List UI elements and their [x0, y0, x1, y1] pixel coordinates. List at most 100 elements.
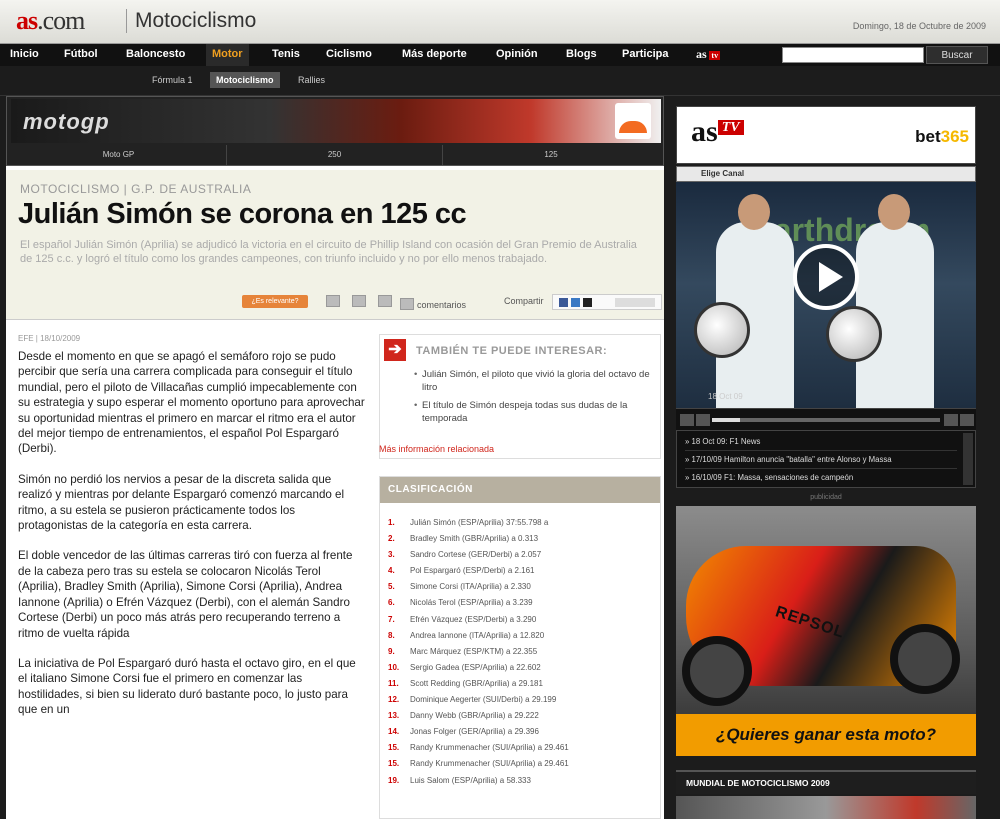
nav-item-astv[interactable]: as tv — [696, 44, 721, 66]
classification-rider[interactable]: Sergio Gadea (ESP/Aprilia) a 22.602 — [410, 663, 541, 672]
mundial-header[interactable]: MUNDIAL DE MOTOCICLISMO 2009 — [676, 770, 976, 794]
tab-motogp[interactable]: Moto GP — [11, 145, 227, 165]
playlist-item[interactable]: » 16/10/09 F1: Massa, sensaciones de cam… — [685, 469, 957, 487]
motogp-banner-image[interactable]: motogp — [11, 99, 661, 143]
subnav-item-motociclismo[interactable]: Motociclismo — [210, 72, 280, 88]
classification-rider[interactable]: Danny Webb (GBR/Aprilia) a 29.222 — [410, 711, 539, 720]
nav-item-inicio[interactable]: Inicio — [10, 44, 39, 66]
classification-rider[interactable]: Marc Márquez (ESP/KTM) a 22.355 — [410, 647, 537, 656]
classification-rider[interactable]: Efrén Vázquez (ESP/Derbi) a 3.290 — [410, 615, 536, 624]
nav-item-opinion[interactable]: Opinión — [496, 44, 538, 66]
relevance-button[interactable]: ¿Es relevante? — [242, 295, 308, 308]
fullscreen-icon[interactable] — [960, 414, 974, 426]
section-title[interactable]: Motociclismo — [126, 9, 256, 33]
classification-rider[interactable]: Simone Corsi (ITA/Aprilia) a 2.330 — [410, 582, 531, 591]
search-input[interactable] — [782, 47, 924, 63]
related-link[interactable]: Julián Simón, el piloto que vivió la glo… — [414, 369, 654, 394]
classification-position: 14. — [388, 727, 400, 737]
nav-item-participa[interactable]: Participa — [622, 44, 668, 66]
subnav-item-formula1[interactable]: Fórmula 1 — [152, 75, 193, 85]
share-more-icon[interactable] — [615, 298, 655, 307]
classification-rider[interactable]: Dominique Aegerter (SUI/Derbi) a 29.199 — [410, 695, 556, 704]
volume-icon[interactable] — [944, 414, 958, 426]
video-player[interactable]: earthdream 18 Oct 09 — [676, 182, 976, 408]
motogp-banner: motogp Moto GP 250 125 — [6, 96, 664, 166]
astv-logo[interactable]: as TV — [691, 115, 744, 149]
classification-rider[interactable]: Jonas Folger (GER/Aprilia) a 29.396 — [410, 727, 539, 736]
classification-rider[interactable]: Sandro Cortese (GER/Derbi) a 2.057 — [410, 550, 541, 559]
stop-icon[interactable] — [696, 414, 710, 426]
delicious-icon[interactable] — [571, 298, 580, 307]
playlist-item[interactable]: » 17/10/09 Hamilton anuncia "batalla" en… — [685, 451, 957, 469]
play-icon[interactable] — [793, 244, 859, 310]
bet365-text-a: bet — [915, 127, 941, 146]
related-title: TAMBIÉN TE PUEDE INTERESAR: — [416, 345, 608, 357]
motogp-logo: motogp — [23, 109, 110, 134]
related-link[interactable]: El título de Simón despeja todas sus dud… — [414, 400, 654, 425]
nav-item-motor[interactable]: Motor — [206, 44, 249, 66]
font-size-icon[interactable] — [326, 295, 340, 307]
classification-row: 12. Dominique Aegerter (SUI/Derbi) a 29.1… — [388, 692, 654, 708]
classification-row: 3. Sandro Cortese (GER/Derbi) a 2.057 — [388, 547, 654, 563]
classification-row: 13. Danny Webb (GBR/Aprilia) a 29.222 — [388, 708, 654, 724]
classification-rider[interactable]: Julián Simón (ESP/Aprilia) 37:55.798 a — [410, 518, 548, 527]
print-icon[interactable] — [352, 295, 366, 307]
classification-title: CLASIFICACIÓN — [380, 477, 660, 503]
playlist-scrollbar[interactable] — [963, 433, 973, 485]
astv-text: as — [696, 47, 707, 61]
classification-rider[interactable]: Pol Espargaró (ESP/Derbi) a 2.161 — [410, 566, 535, 575]
nav-item-futbol[interactable]: Fútbol — [64, 44, 98, 66]
bet365-text-b: 365 — [940, 127, 969, 146]
site-logo[interactable]: as.com — [16, 6, 85, 36]
channel-selector[interactable]: Elige Canal — [676, 166, 976, 182]
classification-row: 6. Nicolás Terol (ESP/Aprilia) a 3.239 — [388, 595, 654, 611]
classification-rider[interactable]: Luis Salom (ESP/Aprilia) a 58.333 — [410, 776, 531, 785]
classification-rider[interactable]: Randy Krummenacher (SUI/Aprilia) a 29.46… — [410, 759, 569, 768]
nav-item-baloncesto[interactable]: Baloncesto — [126, 44, 185, 66]
share-label: Compartir — [504, 296, 544, 306]
classification-row: 1. Julián Simón (ESP/Aprilia) 37:55.798 a — [388, 515, 654, 531]
classification-position: 5. — [388, 582, 395, 592]
ad-banner[interactable]: REPSOL ¿Quieres ganar esta moto? — [676, 506, 976, 756]
wheel-icon — [890, 624, 960, 694]
search-button[interactable]: Buscar — [926, 46, 988, 64]
headline-box: MOTOCICLISMO | G.P. DE AUSTRALIA Julián … — [6, 170, 664, 320]
video-progress-bar[interactable] — [712, 418, 940, 422]
email-icon[interactable] — [378, 295, 392, 307]
bet365-logo[interactable]: bet365 — [915, 127, 969, 147]
logo-text: as — [16, 6, 38, 35]
video-controls — [676, 408, 976, 430]
tab-250[interactable]: 250 — [227, 145, 443, 165]
classification-row: 4. Pol Espargaró (ESP/Derbi) a 2.161 — [388, 563, 654, 579]
nav-item-ciclismo[interactable]: Ciclismo — [326, 44, 372, 66]
classification-rider[interactable]: Andrea Iannone (ITA/Aprilia) a 12.820 — [410, 631, 544, 640]
play-pause-icon[interactable] — [680, 414, 694, 426]
classification-rider[interactable]: Bradley Smith (GBR/Aprilia) a 0.313 — [410, 534, 538, 543]
classification-box: CLASIFICACIÓN 1. Julián Simón (ESP/Aprili… — [379, 476, 661, 819]
more-related-link[interactable]: Más información relacionada — [379, 444, 494, 454]
mundial-image[interactable] — [676, 796, 976, 819]
classification-rider[interactable]: Randy Krummenacher (SUI/Aprilia) a 29.46… — [410, 743, 569, 752]
header-background-decoration — [520, 0, 820, 44]
comment-icon — [400, 298, 414, 310]
tab-125[interactable]: 125 — [443, 145, 659, 165]
classification-rider[interactable]: Nicolás Terol (ESP/Aprilia) a 3.239 — [410, 598, 533, 607]
facebook-icon[interactable] — [559, 298, 568, 307]
subnav-item-rallies[interactable]: Rallies — [298, 75, 325, 85]
nav-item-blogs[interactable]: Blogs — [566, 44, 597, 66]
playlist-item[interactable]: » 18 Oct 09: F1 News — [685, 433, 957, 451]
classification-rider[interactable]: Scott Redding (GBR/Aprilia) a 29.181 — [410, 679, 543, 688]
right-column: as TV bet365 Elige Canal earthdream 18 Oc… — [676, 106, 976, 819]
comments-link[interactable]: comentarios — [400, 296, 466, 310]
ad-cta[interactable]: ¿Quieres ganar esta moto? — [676, 714, 976, 756]
classification-position: 9. — [388, 646, 395, 656]
wheel-icon — [682, 636, 752, 706]
astv-logo-text: as — [691, 115, 718, 148]
nav-item-tenis[interactable]: Tenis — [272, 44, 300, 66]
motogp-tabs: Moto GP 250 125 — [11, 145, 661, 165]
classification-row: 10. Sergio Gadea (ESP/Aprilia) a 22.602 — [388, 660, 654, 676]
helmet-icon — [826, 306, 882, 362]
nav-item-mas-deporte[interactable]: Más deporte — [402, 44, 467, 66]
meneame-icon[interactable] — [583, 298, 592, 307]
article-headline: Julián Simón se corona en 125 cc — [18, 198, 467, 230]
